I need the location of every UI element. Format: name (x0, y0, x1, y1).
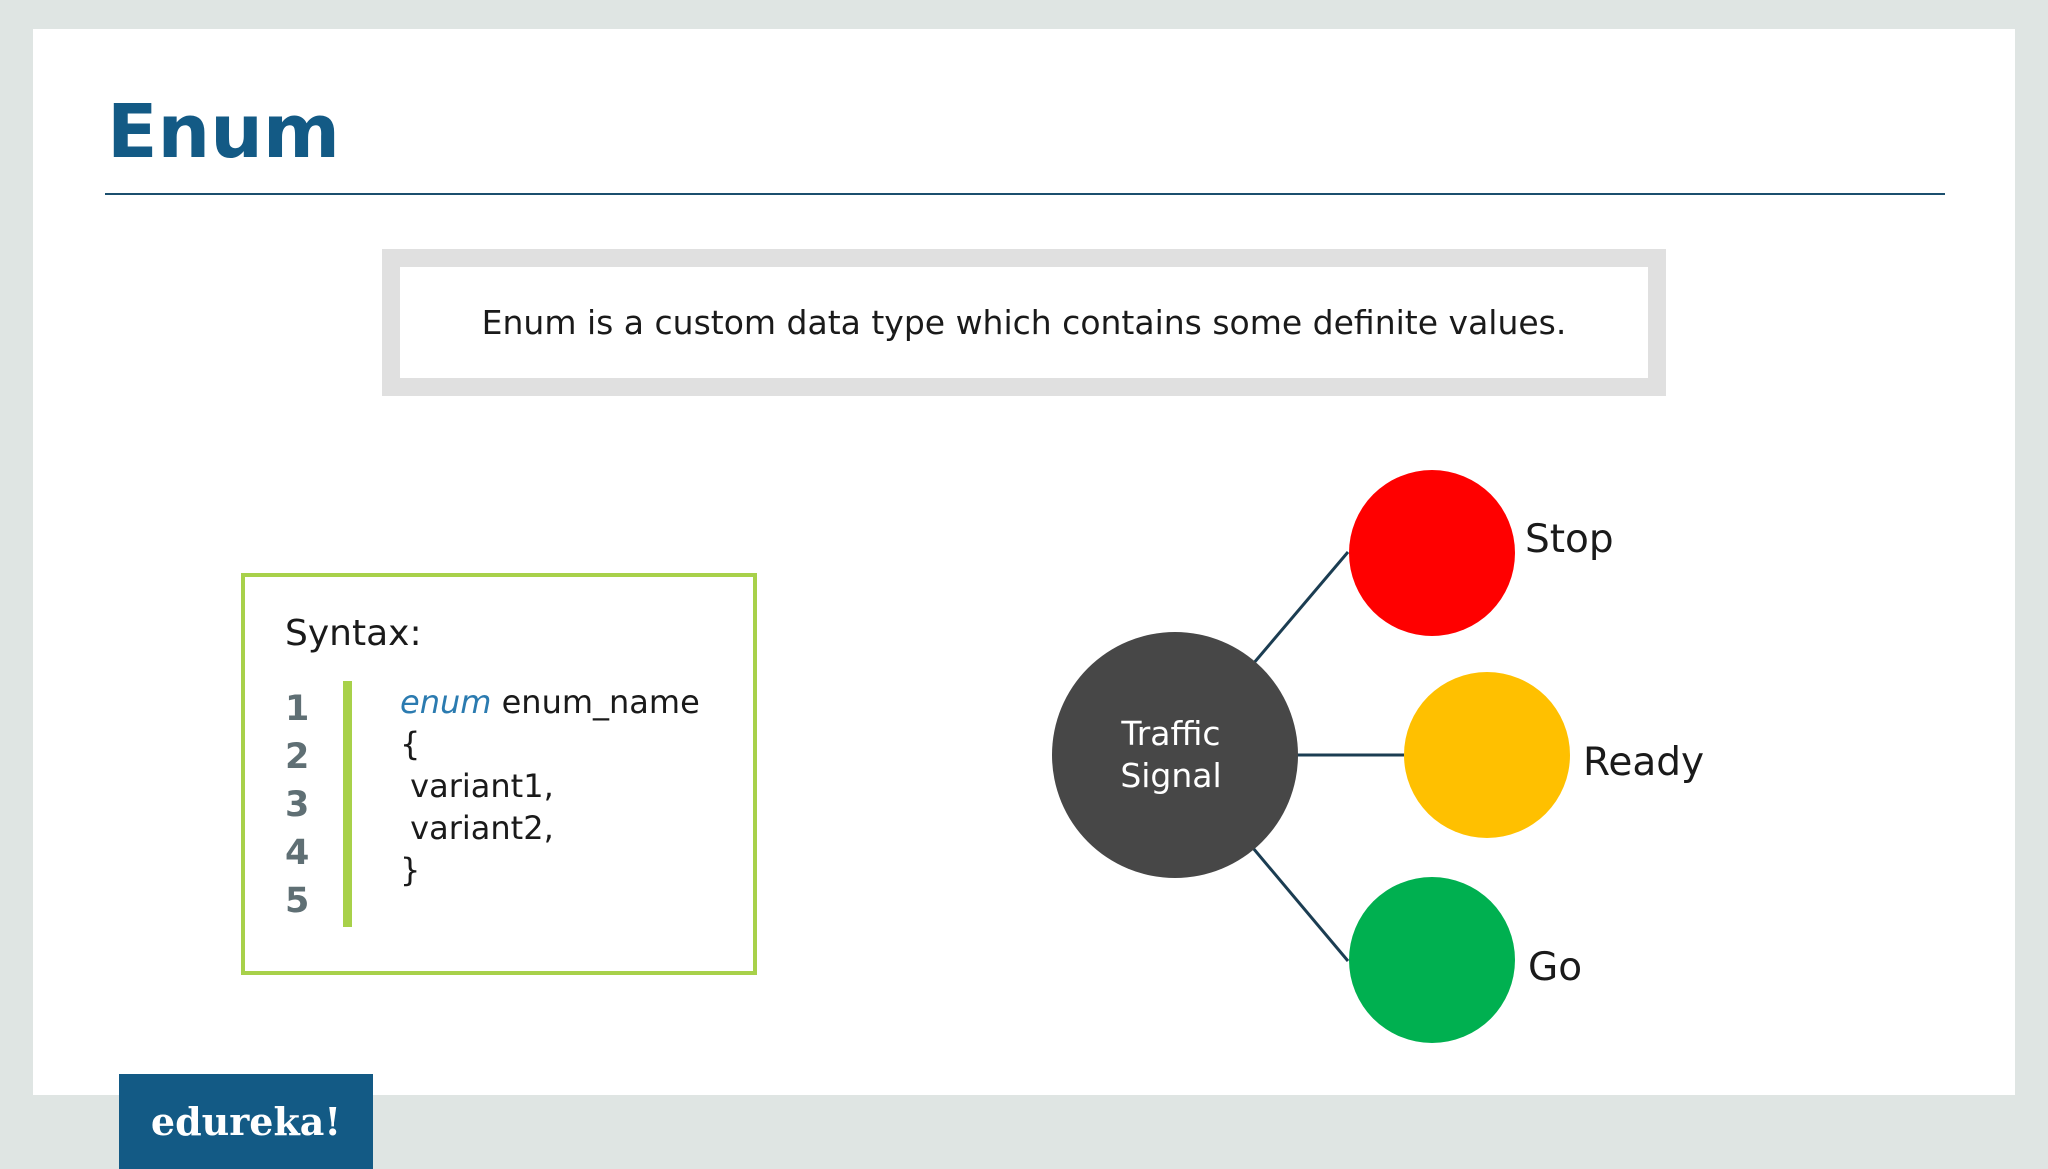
center-node (1052, 632, 1298, 878)
stop-light-node (1349, 470, 1515, 636)
edureka-logo: edureka! (119, 1074, 373, 1169)
go-light-node (1349, 877, 1515, 1043)
traffic-signal-diagram: Traffic Signal Stop Ready Go (1052, 470, 1704, 1043)
ready-light-node (1404, 672, 1570, 838)
go-label: Go (1528, 945, 1582, 990)
logo-text: edureka! (150, 1099, 342, 1144)
center-label-line1: Traffic (1120, 714, 1220, 753)
stop-label: Stop (1525, 517, 1614, 562)
ready-label: Ready (1583, 740, 1704, 785)
diagram-edge-stop (1251, 551, 1350, 665)
center-label-line2: Signal (1120, 756, 1221, 795)
diagram-edge-go (1251, 847, 1350, 962)
